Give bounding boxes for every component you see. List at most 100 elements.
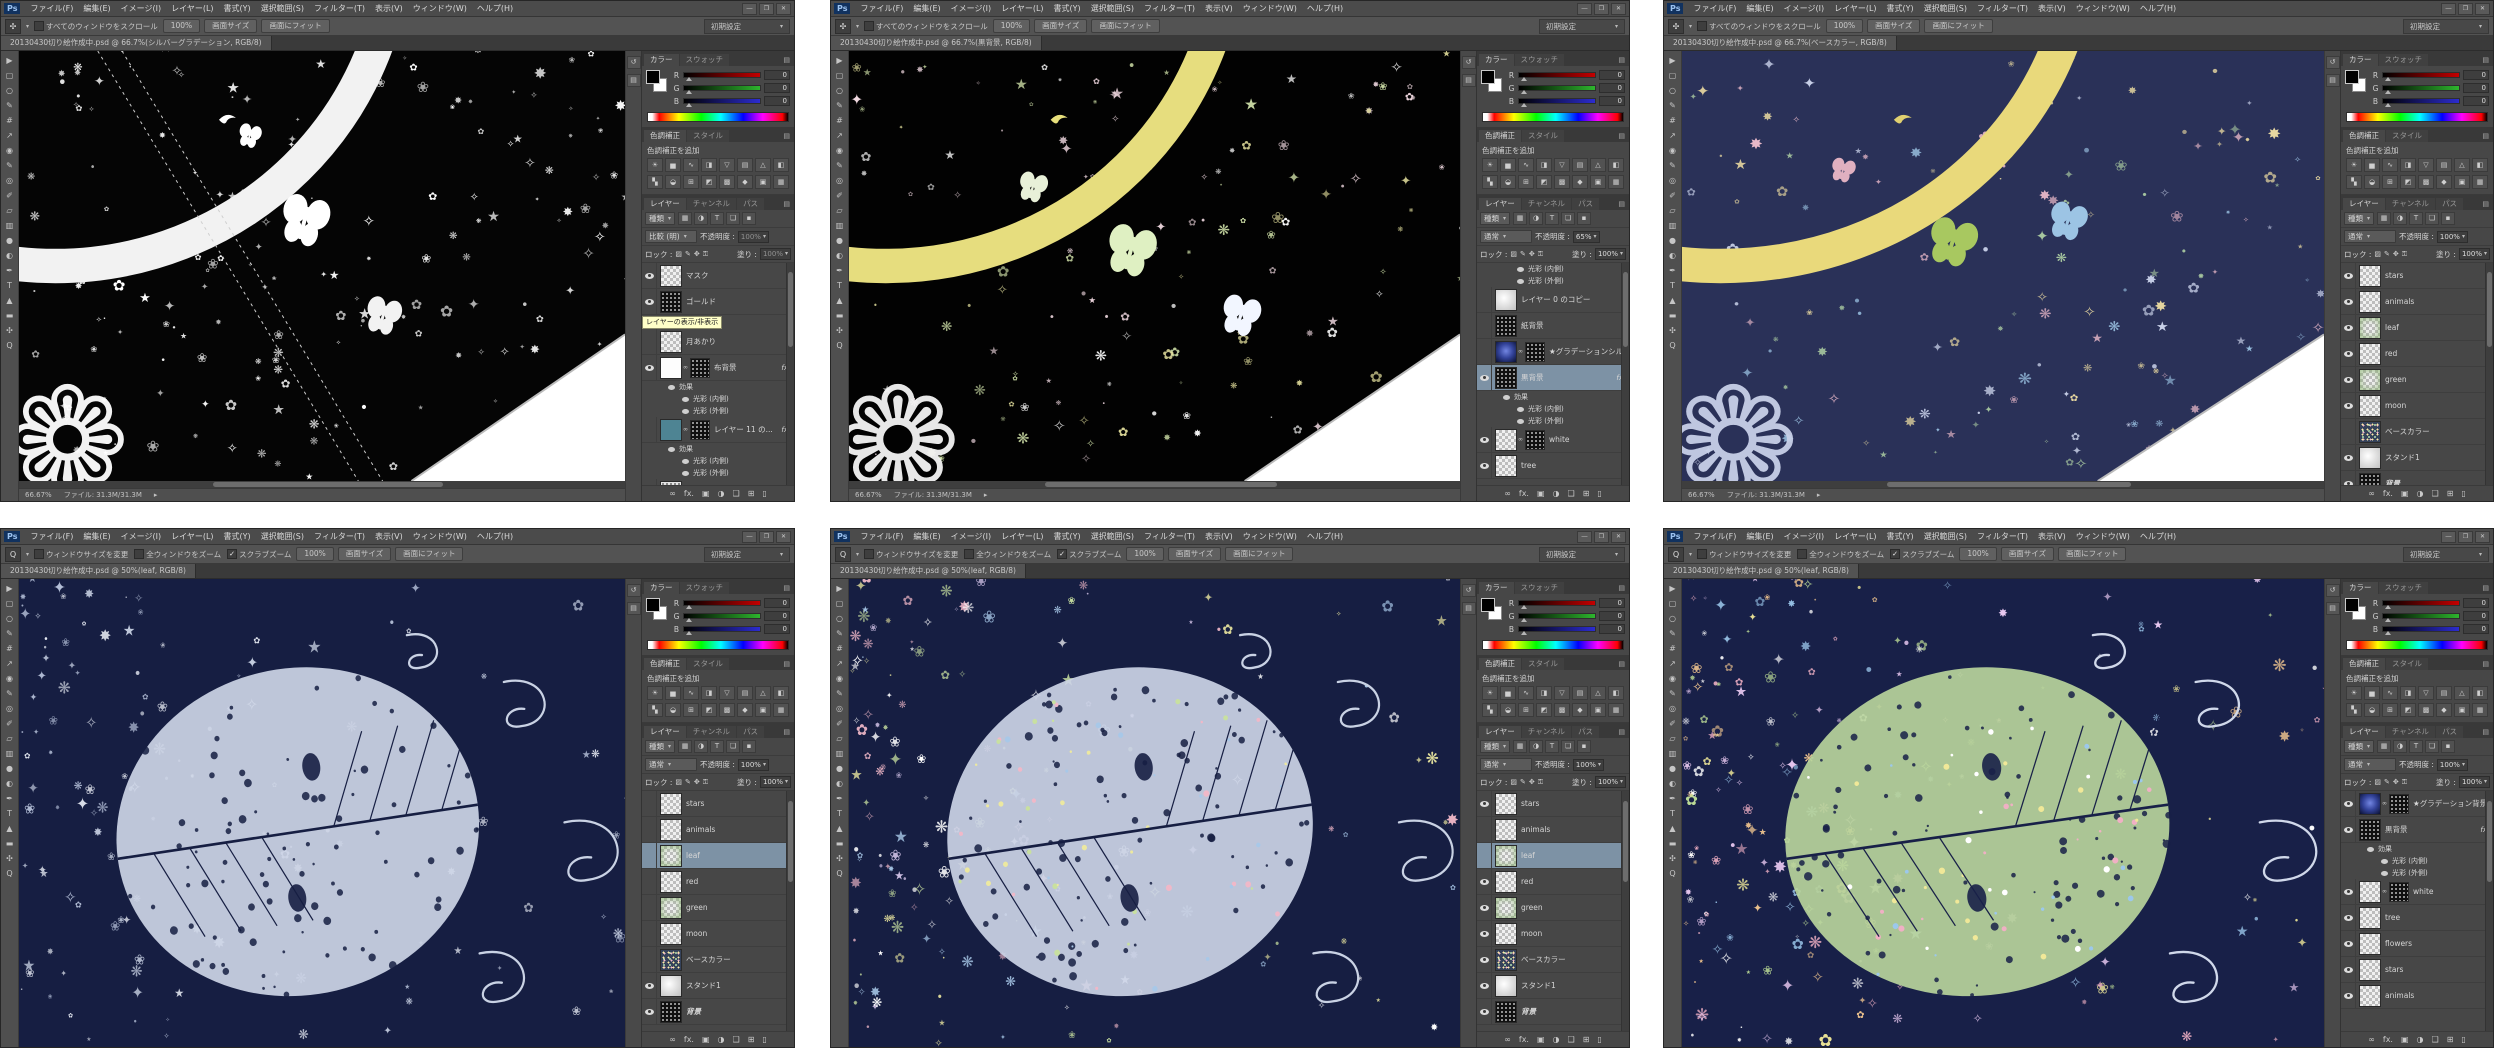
layer-list-scrollbar[interactable] <box>1621 263 1629 485</box>
layer-thumbnail[interactable] <box>660 949 682 971</box>
layer-name[interactable]: ベースカラー <box>1521 954 1627 965</box>
color-balance-icon[interactable]: △ <box>2454 158 2470 172</box>
lock-all-icon[interactable]: ⚿ <box>2402 250 2407 259</box>
menu-item[interactable]: イメージ(I) <box>1779 531 1829 542</box>
layer-thumbnail[interactable] <box>2359 985 2381 1007</box>
menu-item[interactable]: レイヤー(L) <box>996 3 1048 14</box>
layer-row[interactable]: moon <box>2341 393 2493 419</box>
panel-menu-icon[interactable]: ▤ <box>1618 130 1627 142</box>
quick-selection-tool[interactable]: ✎ <box>1665 99 1680 113</box>
layer-row[interactable]: stars <box>642 791 794 817</box>
checkbox-icon[interactable] <box>34 21 44 31</box>
crop-tool[interactable]: # <box>2 642 17 656</box>
menu-item[interactable]: フィルター(T) <box>309 3 370 14</box>
channel-value[interactable]: 0 <box>1599 611 1625 621</box>
effect-eye-icon[interactable] <box>1517 407 1524 412</box>
checkbox-icon[interactable] <box>864 21 874 31</box>
menu-item[interactable]: ファイル(F) <box>1688 531 1741 542</box>
layer-thumbnail[interactable] <box>1495 897 1517 919</box>
layer-name[interactable]: green <box>2385 375 2491 384</box>
gradient-tool[interactable]: ▥ <box>2 747 17 761</box>
panel-menu-icon[interactable]: ▤ <box>783 198 792 210</box>
channel-slider[interactable] <box>2382 72 2460 78</box>
document-tab[interactable]: 20130430切り絵作成中.psd @ 66.7%(黒背景, RGB/8) <box>831 36 1042 50</box>
menu-item[interactable]: 表示(V) <box>1200 531 1238 542</box>
lock-position-icon[interactable]: ✥ <box>694 250 700 258</box>
slider-knob[interactable] <box>2385 77 2391 81</box>
slider-knob[interactable] <box>1521 631 1527 635</box>
new-adjustment-layer-icon[interactable]: ◑ <box>2417 1032 2424 1047</box>
marquee-tool[interactable]: ▢ <box>832 597 847 611</box>
layer-thumbnail[interactable] <box>2359 819 2381 841</box>
add-layer-mask-icon[interactable]: ▣ <box>1537 486 1545 501</box>
panel-tab-2[interactable]: スタイル <box>1522 130 1564 142</box>
layer-thumbnail[interactable] <box>1495 315 1517 337</box>
channel-value[interactable]: 0 <box>1599 70 1625 80</box>
menu-item[interactable]: ウィンドウ(W) <box>408 3 472 14</box>
minimize-button[interactable]: ― <box>1577 531 1592 543</box>
tool-option-checkbox[interactable]: ウィンドウサイズを変更 <box>864 549 958 560</box>
selective-color-icon[interactable]: ▦ <box>2472 703 2488 717</box>
layer-thumbnail[interactable] <box>1495 1001 1517 1023</box>
panel-menu-icon[interactable]: ▤ <box>1618 198 1627 210</box>
color-balance-icon[interactable]: △ <box>755 158 771 172</box>
new-layer-icon[interactable]: ⊞ <box>748 486 755 501</box>
layer-name[interactable]: animals <box>686 825 792 834</box>
panel-tab-2[interactable]: スウォッチ <box>1515 582 1565 594</box>
layer-row[interactable]: ∞white <box>1477 427 1629 453</box>
layer-thumbnail[interactable] <box>1495 793 1517 815</box>
tool-option-checkbox[interactable]: 全ウィンドウをズーム <box>964 549 1051 560</box>
slider-knob[interactable] <box>1521 77 1527 81</box>
tool-option-checkbox[interactable]: ✓スクラブズーム <box>227 549 291 560</box>
workspace-switcher[interactable]: 初期設定▾ <box>1539 19 1625 34</box>
layer-name[interactable]: flowers <box>2385 939 2491 948</box>
color-balance-icon[interactable]: △ <box>755 686 771 700</box>
effect-item-row[interactable]: 光彩 (外側) <box>1477 275 1629 287</box>
effect-eye-icon[interactable] <box>2381 871 2388 876</box>
fg-bg-swatches[interactable] <box>646 70 668 95</box>
minimize-button[interactable]: ― <box>1577 3 1592 15</box>
history-brush-tool[interactable]: ✐ <box>1665 717 1680 731</box>
filter-kind-dropdown[interactable]: 種類▾ <box>1480 212 1510 225</box>
dodge-tool[interactable]: ◐ <box>832 249 847 263</box>
layer-name[interactable]: white <box>2413 887 2491 896</box>
menu-item[interactable]: ファイル(F) <box>1688 3 1741 14</box>
menu-item[interactable]: 書式(Y) <box>1049 3 1086 14</box>
layer-row[interactable]: ベースカラー <box>1477 947 1629 973</box>
foreground-color-swatch[interactable] <box>2345 70 2359 84</box>
posterize-icon[interactable]: ▩ <box>1554 703 1570 717</box>
zoom-100-button[interactable]: 100% <box>1959 547 1996 561</box>
layer-visibility-toggle[interactable] <box>2341 263 2356 288</box>
artwork-canvas[interactable]: ★•❀★★✧✧•✦✿•✦✸✿✿✦★✸❀❀❀✸❋••✿❀❀❀•❋✦★✧•❀✸✦✸✿… <box>19 51 625 481</box>
channel-slider[interactable] <box>683 626 761 632</box>
opacity-value[interactable]: 65%▾ <box>1573 231 1600 243</box>
exposure-icon[interactable]: ◨ <box>701 158 717 172</box>
channel-slider[interactable] <box>1518 613 1596 619</box>
quick-selection-tool[interactable]: ✎ <box>2 99 17 113</box>
clone-stamp-tool[interactable]: ◎ <box>1665 702 1680 716</box>
menu-item[interactable]: ウィンドウ(W) <box>408 531 472 542</box>
fill-screen-button[interactable]: 画面にフィット <box>2058 547 2126 561</box>
new-layer-icon[interactable]: ⊞ <box>2447 486 2454 501</box>
menu-item[interactable]: ヘルプ(H) <box>2135 531 2181 542</box>
filter-smart-objects-icon[interactable]: ▪ <box>1577 740 1591 753</box>
link-layers-icon[interactable]: ∞ <box>2368 1032 2375 1047</box>
brush-tool[interactable]: ✎ <box>1665 687 1680 701</box>
effect-eye-icon[interactable] <box>1517 419 1524 424</box>
slider-knob[interactable] <box>686 631 692 635</box>
menu-item[interactable]: フィルター(T) <box>1972 3 2033 14</box>
color-spectrum-ramp[interactable] <box>647 112 789 122</box>
fill-screen-button[interactable]: 画面にフィット <box>1924 19 1992 33</box>
selective-color-icon[interactable]: ▦ <box>1608 175 1624 189</box>
pen-tool[interactable]: ✒ <box>2 792 17 806</box>
quick-selection-tool[interactable]: ✎ <box>832 99 847 113</box>
layer-row[interactable]: green <box>1477 895 1629 921</box>
menu-item[interactable]: フィルター(T) <box>1139 3 1200 14</box>
channel-slider[interactable] <box>1518 600 1596 606</box>
layer-visibility-toggle[interactable] <box>1477 843 1492 868</box>
levels-icon[interactable]: ▅ <box>1500 686 1516 700</box>
pen-tool[interactable]: ✒ <box>832 264 847 278</box>
menu-item[interactable]: 編集(E) <box>908 531 945 542</box>
path-selection-tool[interactable]: ▲ <box>832 822 847 836</box>
black-white-icon[interactable]: ◧ <box>773 158 789 172</box>
